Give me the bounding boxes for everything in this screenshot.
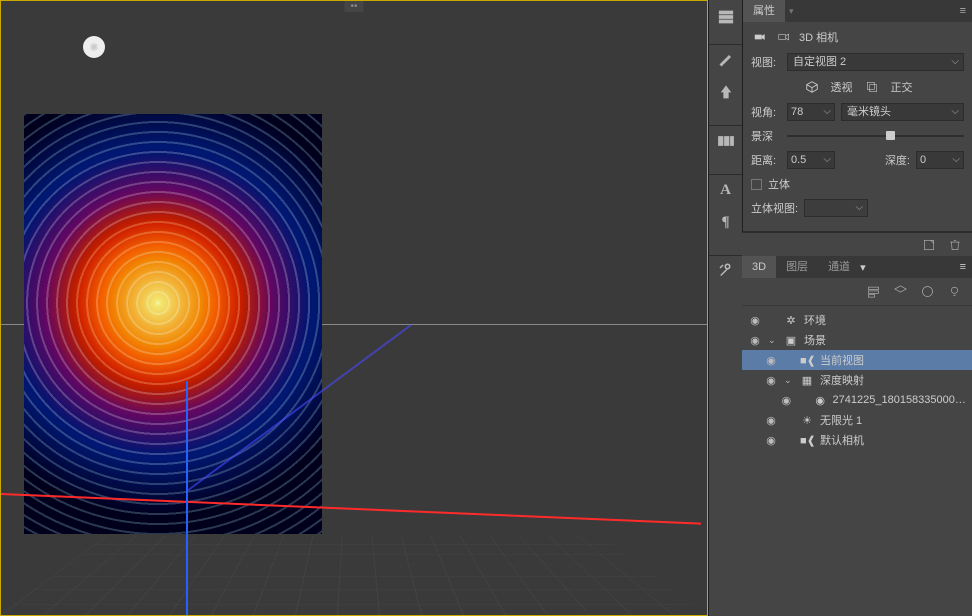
node-type-icon: ■❰ <box>800 354 814 367</box>
tree-node[interactable]: ◉ ■❰ 默认相机 <box>742 430 972 450</box>
dof-slider-knob[interactable] <box>886 131 895 140</box>
properties-footer-bar <box>742 232 972 256</box>
view-select[interactable]: 自定视图 2 <box>787 53 964 71</box>
tab-channels[interactable]: 通道 <box>818 256 860 278</box>
render-icon[interactable] <box>922 238 936 252</box>
perspective-label[interactable]: 透视 <box>831 79 853 95</box>
properties-header: 3D 相机 <box>751 28 964 46</box>
filter-material-icon[interactable] <box>920 284 935 299</box>
vertical-toolbar: A ¶ <box>708 0 742 616</box>
depth-input[interactable]: 0 <box>916 151 964 169</box>
filter-light-icon[interactable] <box>947 284 962 299</box>
depth-label: 深度: <box>885 152 910 168</box>
dof-slider[interactable] <box>787 129 964 143</box>
node-type-icon: ◉ <box>814 394 827 407</box>
fov-label: 视角: <box>751 104 781 120</box>
properties-tab-bar: 属性 ▾ ≡ <box>743 0 972 22</box>
visibility-eye-icon[interactable]: ◉ <box>748 314 762 327</box>
perspective-cube-icon[interactable] <box>803 78 821 96</box>
tree-node[interactable]: ◉ ☀ 无限光 1 <box>742 410 972 430</box>
tools-icon[interactable] <box>717 262 735 280</box>
node-type-icon: ☀ <box>800 414 814 427</box>
node-label: 无限光 1 <box>820 412 862 428</box>
canvas-3d-view[interactable]: •• ✺ <box>0 0 708 616</box>
disclosure-icon[interactable]: ⌄ <box>784 375 794 386</box>
dof-label: 景深 <box>751 128 781 144</box>
properties-title: 3D 相机 <box>799 29 838 45</box>
panel3d-menu-icon[interactable]: ≡ <box>954 261 972 273</box>
panel-icon-1[interactable] <box>717 8 735 26</box>
paragraph-icon[interactable]: ¶ <box>717 213 735 231</box>
ground-grid <box>1 536 707 615</box>
visibility-eye-icon[interactable]: ◉ <box>764 374 778 387</box>
node-label: 场景 <box>804 332 826 348</box>
3d-filter-toolbar <box>742 278 972 306</box>
fov-input[interactable]: 78 <box>787 103 835 121</box>
clone-stamp-icon[interactable] <box>717 83 735 101</box>
brush-tool-icon[interactable] <box>717 51 735 69</box>
visibility-eye-icon[interactable]: ◉ <box>764 434 778 447</box>
trash-icon[interactable] <box>948 238 962 252</box>
tab-3d[interactable]: 3D <box>742 256 776 278</box>
distance-label: 距离: <box>751 152 781 168</box>
node-label: 默认相机 <box>820 432 864 448</box>
tab-properties[interactable]: 属性 <box>743 0 785 22</box>
tree-node[interactable]: ◉ ⌄ ▣ 场景 <box>742 330 972 350</box>
stereo-checkbox[interactable] <box>751 179 762 190</box>
tree-node[interactable]: ◉ ■❰ 当前视图 <box>742 350 972 370</box>
node-type-icon: ▣ <box>784 334 798 347</box>
node-label: 当前视图 <box>820 352 864 368</box>
lens-unit-select[interactable]: 毫米镜头 <box>841 103 964 121</box>
filter-mesh-icon[interactable] <box>893 284 908 299</box>
distance-input[interactable]: 0.5 <box>787 151 835 169</box>
filter-scene-icon[interactable] <box>866 284 881 299</box>
text-a-icon[interactable]: A <box>717 181 735 199</box>
stereo-view-label: 立体视图: <box>751 200 798 216</box>
visibility-eye-icon[interactable]: ◉ <box>748 334 762 347</box>
sun-glyph: ✺ <box>89 41 98 54</box>
ortho-cube-icon[interactable] <box>863 78 881 96</box>
orthographic-label[interactable]: 正交 <box>891 79 913 95</box>
visibility-eye-icon[interactable]: ◉ <box>764 354 778 367</box>
arrange-icon[interactable] <box>717 132 735 150</box>
node-label: 环境 <box>804 312 826 328</box>
camera-icon <box>751 28 769 46</box>
visibility-eye-icon[interactable]: ◉ <box>780 394 793 407</box>
stereo-view-select <box>804 199 868 217</box>
visibility-eye-icon[interactable]: ◉ <box>764 414 778 427</box>
panel-menu-icon[interactable]: ≡ <box>954 5 972 17</box>
disclosure-icon[interactable]: ⌄ <box>768 335 778 346</box>
node-type-icon: ■❰ <box>800 434 814 447</box>
tab-overflow-icon[interactable]: ▾ <box>789 6 794 17</box>
panel-collapse-glyph[interactable]: •• <box>344 1 363 12</box>
depth-map-plane[interactable] <box>24 114 322 534</box>
tree-node[interactable]: ◉ ✲ 环境 <box>742 310 972 330</box>
3d-scene-tree[interactable]: ◉✲环境◉⌄▣场景◉■❰当前视图◉⌄▦深度映射◉◉2741225_1801583… <box>742 306 972 616</box>
infinite-light-gizmo[interactable]: ✺ <box>83 36 105 58</box>
node-type-icon: ▦ <box>800 374 814 387</box>
node-label: 深度映射 <box>820 372 864 388</box>
3d-panel-tabs: 3D 图层 通道 ▾ ≡ <box>742 256 972 278</box>
tab-layers[interactable]: 图层 <box>776 256 818 278</box>
stereo-label: 立体 <box>768 176 790 192</box>
node-label: 2741225_180158335000_2 ... <box>833 394 966 406</box>
tree-node[interactable]: ◉ ⌄ ▦ 深度映射 <box>742 370 972 390</box>
tree-node[interactable]: ◉ ◉ 2741225_180158335000_2 ... <box>742 390 972 410</box>
view-label: 视图: <box>751 54 781 70</box>
node-type-icon: ✲ <box>784 314 798 327</box>
camera-outline-icon <box>775 28 793 46</box>
tab2-overflow-icon[interactable]: ▾ <box>860 261 866 274</box>
